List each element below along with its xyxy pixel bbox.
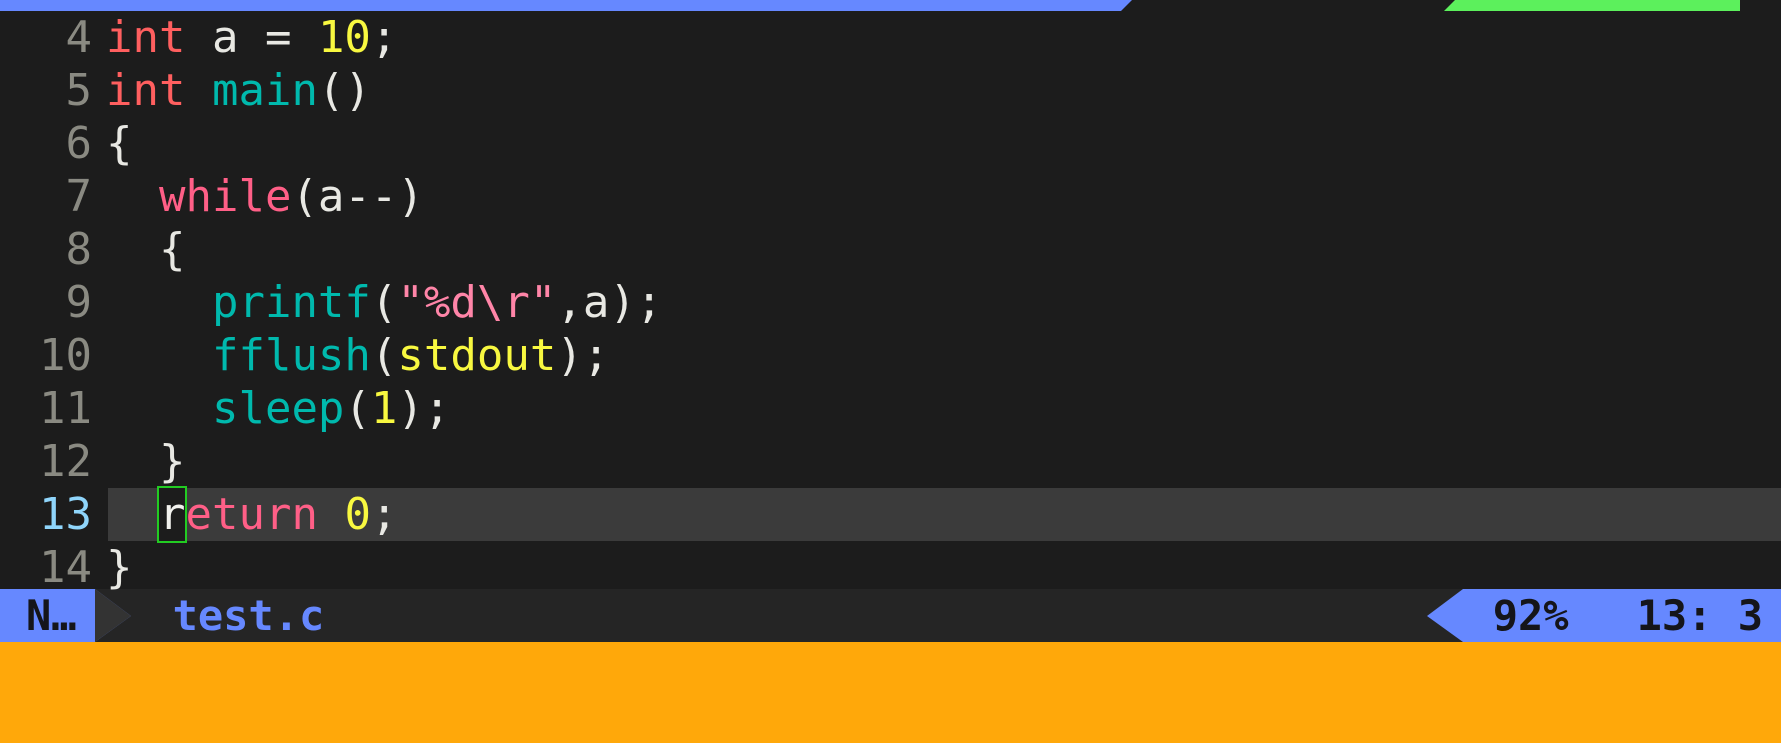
text-cursor: r xyxy=(157,486,188,543)
code-line-text: while(a--) xyxy=(92,170,424,223)
code-token: 10 xyxy=(317,12,371,63)
top-indicator-bars xyxy=(0,0,1781,11)
code-token: { xyxy=(106,224,186,275)
code-token: 1 xyxy=(370,383,398,434)
code-token: eturn xyxy=(185,489,318,540)
code-token: main xyxy=(211,65,318,116)
code-token: } xyxy=(106,436,186,487)
line-number: 13 xyxy=(39,489,92,540)
line-number: 12 xyxy=(39,436,92,487)
code-line[interactable]: 7 while(a--) xyxy=(0,170,1781,223)
code-line[interactable]: 6{ xyxy=(0,117,1781,170)
code-line-text: printf("%d\r",a); xyxy=(92,276,662,329)
line-number: 11 xyxy=(39,383,92,434)
line-number: 4 xyxy=(65,12,93,63)
code-line[interactable]: 13 return 0; xyxy=(0,486,1781,543)
code-token: int xyxy=(106,65,186,116)
code-line-text: int main() xyxy=(92,64,371,117)
code-editor[interactable]: 4 int a = 10; 5 int main() 6{7 while(a--) 8 {… xyxy=(0,11,1781,593)
code-line-text: } xyxy=(92,435,186,488)
code-token: while xyxy=(158,171,292,222)
code-line-text: } xyxy=(92,541,133,594)
code-line[interactable]: 14} xyxy=(0,541,1781,594)
code-line-text: int a = 10; xyxy=(92,11,397,64)
line-number: 5 xyxy=(65,65,93,116)
line-number: 6 xyxy=(65,118,93,169)
code-line-text: sleep(1); xyxy=(92,382,450,435)
code-line[interactable]: 4 int a = 10; xyxy=(0,11,1781,64)
line-number: 7 xyxy=(65,171,93,222)
code-token: stdout xyxy=(397,330,557,381)
code-token: a = xyxy=(185,12,318,63)
line-number: 14 xyxy=(39,542,92,593)
message-bar: Client exited with -1 xyxy=(0,642,1781,743)
code-token: "%d\r" xyxy=(397,277,557,328)
line-number: 9 xyxy=(65,277,93,328)
code-token: { xyxy=(106,118,133,169)
code-token: printf xyxy=(211,277,371,328)
code-token: ( xyxy=(370,277,398,328)
vim-mode-indicator: N… xyxy=(0,589,95,642)
code-token: sleep xyxy=(211,383,345,434)
right-powerline-arrow xyxy=(1426,589,1463,642)
mode-powerline-arrow-inner xyxy=(94,589,131,642)
code-line-text: { xyxy=(92,117,133,170)
code-line-text: fflush(stdout); xyxy=(92,329,609,382)
code-token: 0 xyxy=(344,489,371,540)
code-line[interactable]: 12 } xyxy=(0,435,1781,488)
filename-label: test.c xyxy=(172,591,325,640)
line-number: 10 xyxy=(39,330,92,381)
line-number: 8 xyxy=(65,224,93,275)
code-token: int xyxy=(106,12,186,63)
code-token: (a--) xyxy=(291,171,424,222)
code-line-text: return 0; xyxy=(92,486,398,543)
code-line[interactable]: 11 sleep(1); xyxy=(0,382,1781,435)
code-token: ; xyxy=(370,12,398,63)
code-token: () xyxy=(317,65,371,116)
code-token: ( xyxy=(344,383,371,434)
code-token: fflush xyxy=(211,330,371,381)
vim-mode-label: N… xyxy=(26,591,77,640)
code-line-text: { xyxy=(92,223,186,276)
code-token: ; xyxy=(370,489,398,540)
vim-terminal-window: 4 int a = 10; 5 int main() 6{7 while(a--) 8 {… xyxy=(0,0,1781,743)
code-token: ); xyxy=(397,383,451,434)
code-line[interactable]: 9 printf("%d\r",a); xyxy=(0,276,1781,329)
code-line[interactable]: 10 fflush(stdout); xyxy=(0,329,1781,382)
status-line: N… test.c 92% 13: 3 xyxy=(0,589,1781,642)
code-token: ,a); xyxy=(556,277,663,328)
code-token: ); xyxy=(556,330,610,381)
code-line[interactable]: 8 { xyxy=(0,223,1781,276)
statusline-right-segment: 92% 13: 3 xyxy=(1462,589,1781,642)
code-token: } xyxy=(106,542,133,593)
cursor-position-label: 13: 3 xyxy=(1636,591,1763,640)
code-token: ( xyxy=(370,330,398,381)
top-progress-bar-right xyxy=(1444,0,1740,11)
top-progress-bar-left xyxy=(0,0,1132,11)
scroll-percent-label: 92% xyxy=(1492,591,1569,640)
code-line[interactable]: 5 int main() xyxy=(0,64,1781,117)
